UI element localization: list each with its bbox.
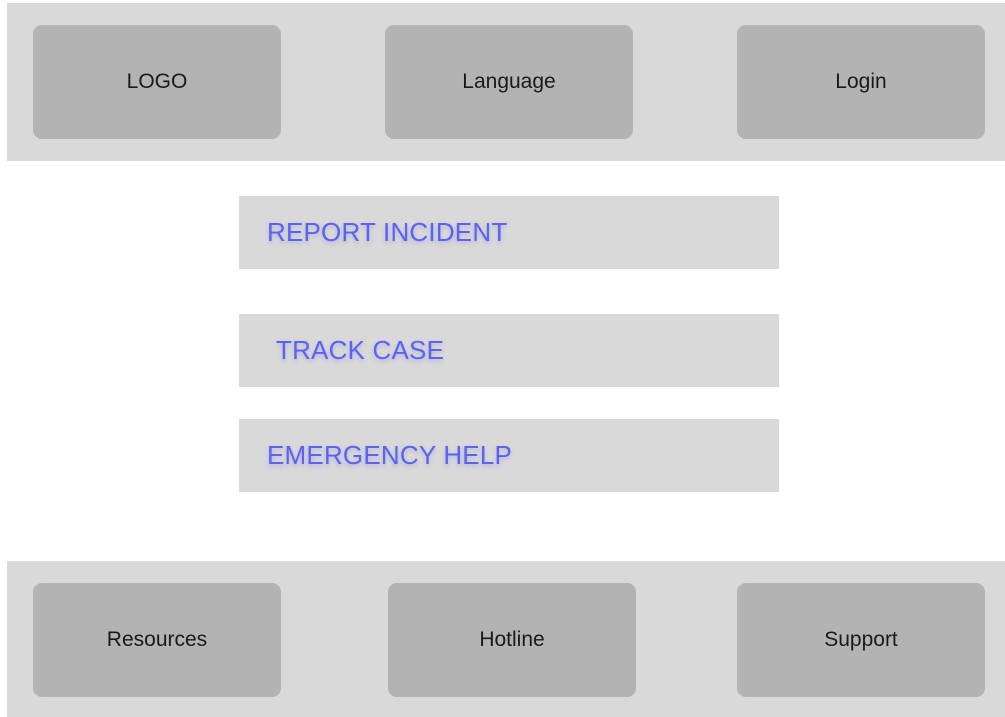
hotline-button[interactable]: Hotline [388,583,636,697]
support-button[interactable]: Support [737,583,985,697]
logo-label: LOGO [126,70,188,93]
login-label: Login [835,70,887,93]
report-incident-label: REPORT INCIDENT [267,217,508,247]
language-label: Language [462,70,556,93]
header-bar: LOGO Language Login [7,3,1005,161]
track-case-label: TRACK CASE [276,335,445,365]
resources-label: Resources [106,628,208,651]
login-button[interactable]: Login [737,25,985,139]
language-button[interactable]: Language [385,25,633,139]
emergency-help-label: EMERGENCY HELP [267,440,513,470]
track-case-button[interactable]: TRACK CASE [239,314,779,387]
report-incident-button[interactable]: REPORT INCIDENT [239,196,779,269]
hotline-label: Hotline [479,628,545,651]
resources-button[interactable]: Resources [33,583,281,697]
footer-bar: Resources Hotline Support [7,561,1005,717]
page: LOGO Language Login REPORT INCIDENT TRAC… [0,0,1005,717]
emergency-help-button[interactable]: EMERGENCY HELP [239,419,779,492]
support-label: Support [824,628,898,651]
logo-tile[interactable]: LOGO [33,25,281,139]
